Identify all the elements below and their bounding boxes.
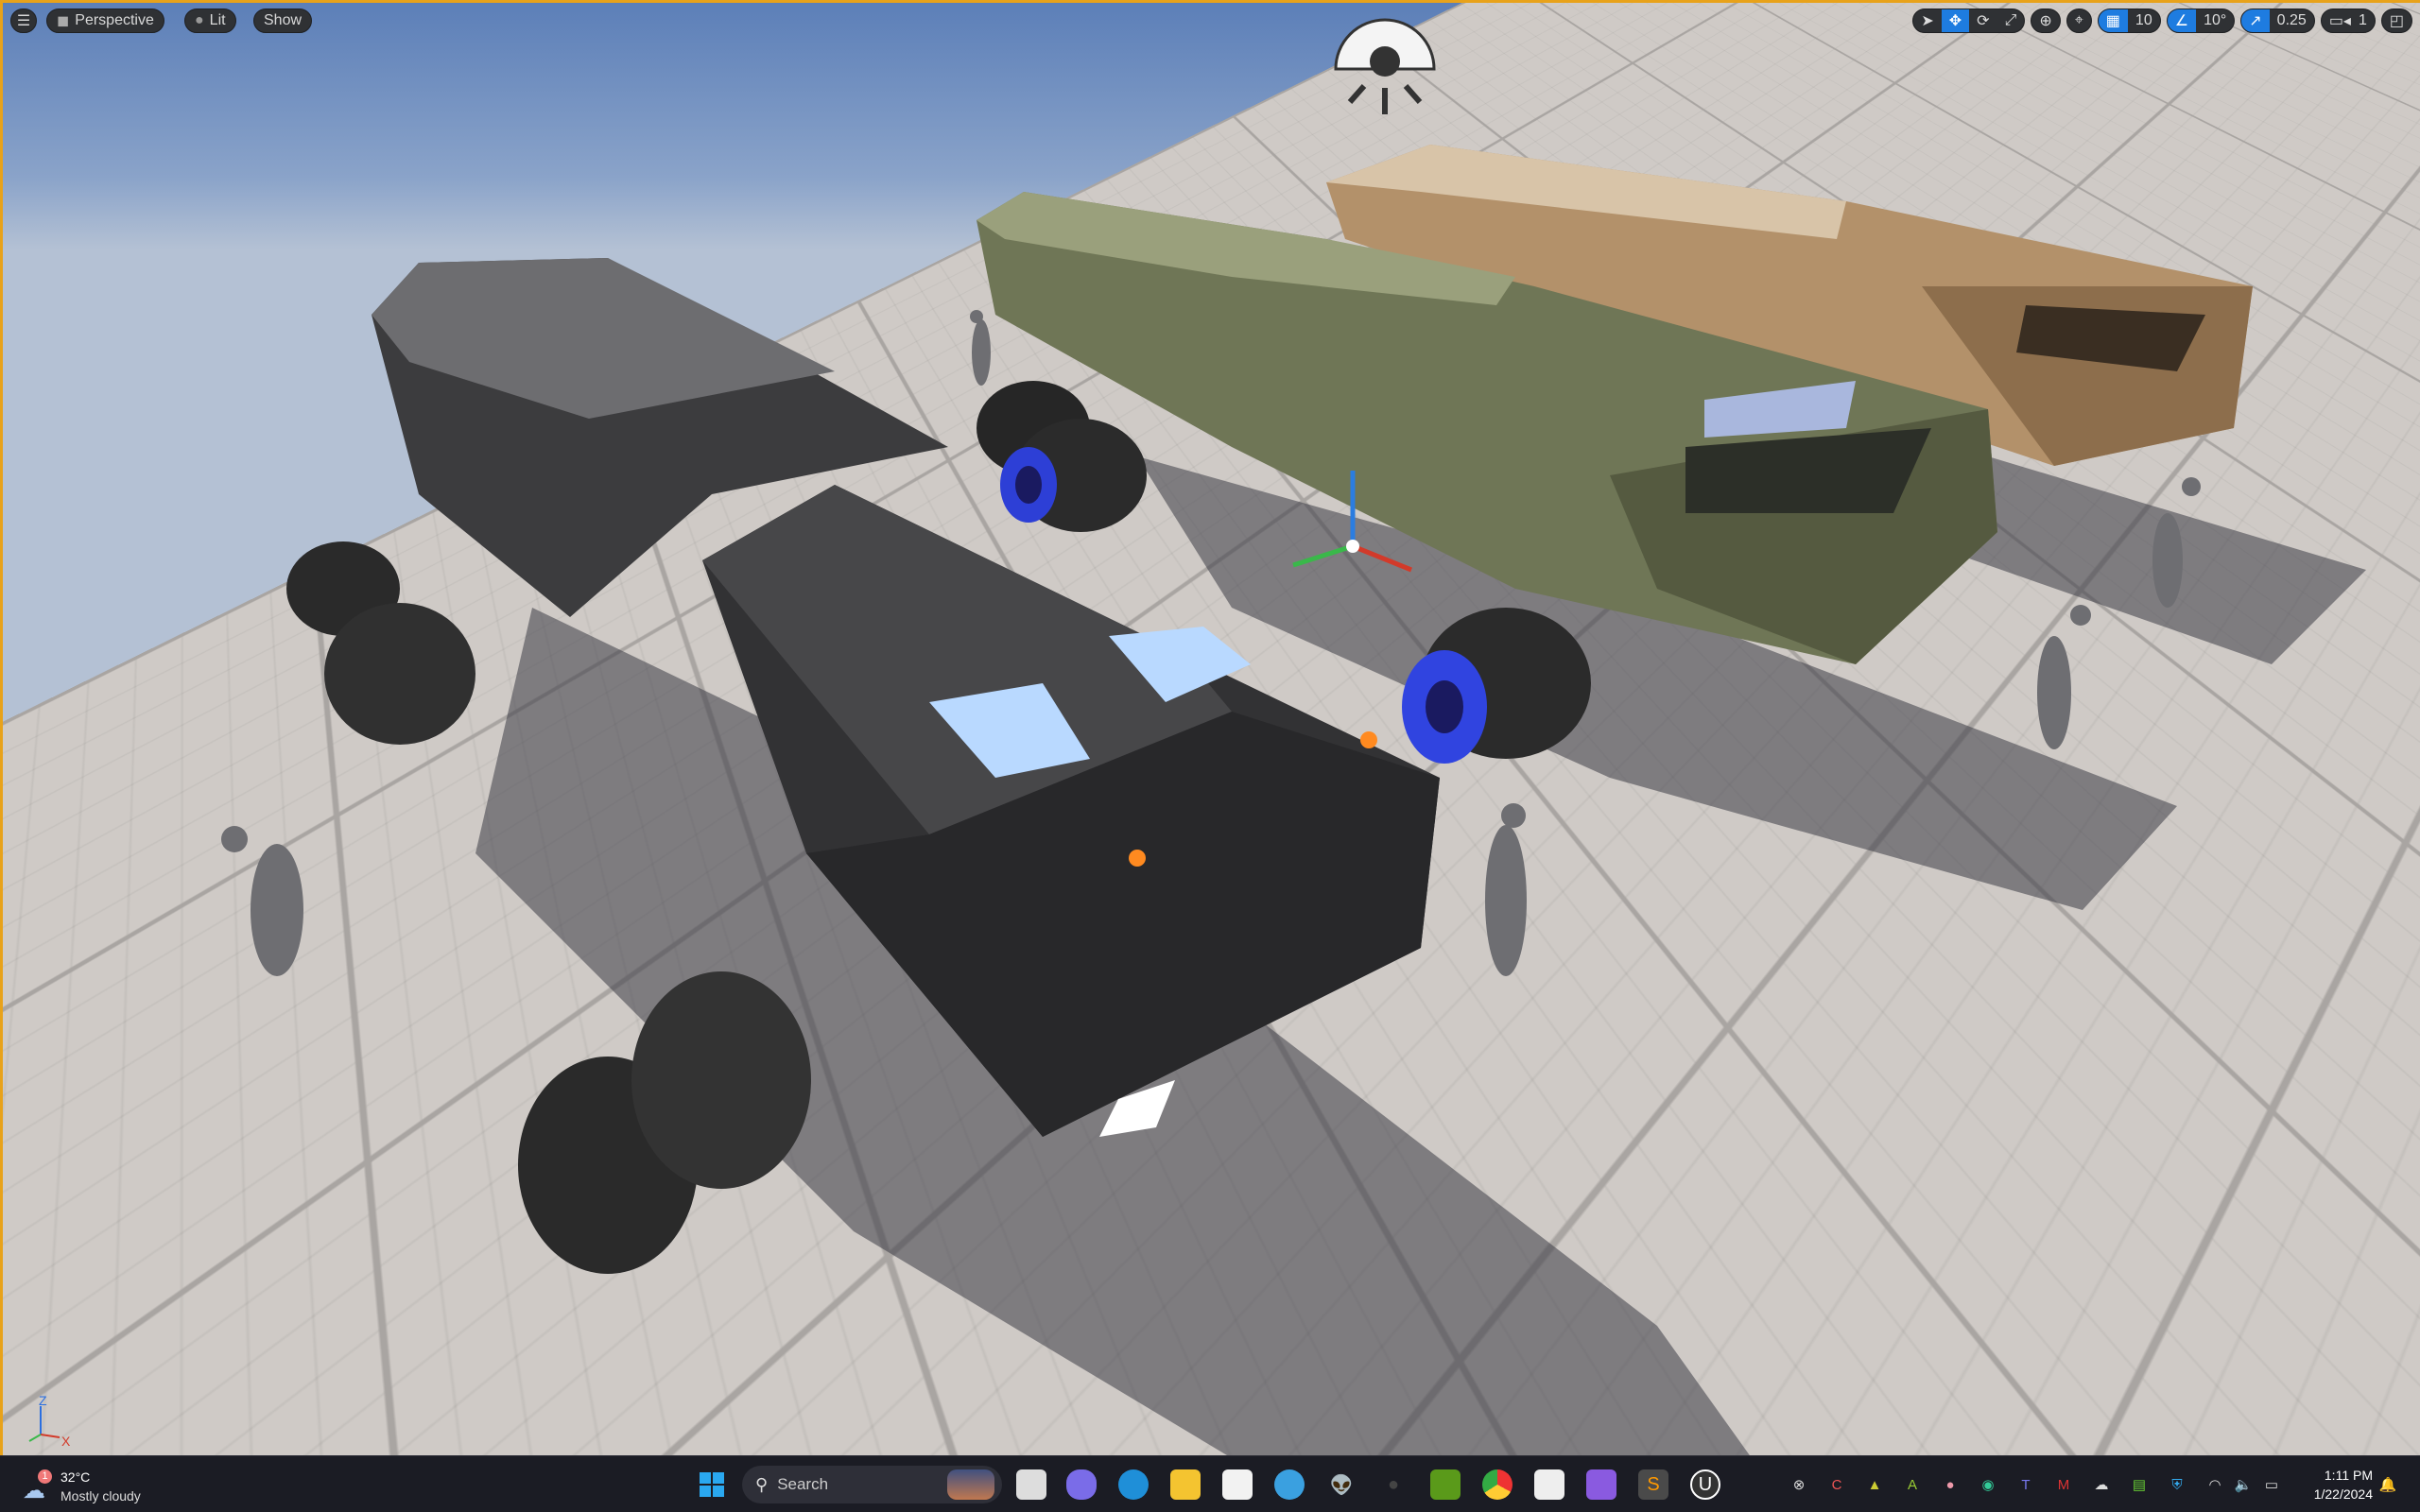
perspective-button[interactable]: ◼ Perspective bbox=[46, 9, 164, 33]
taskbar-app-snipping-tool[interactable] bbox=[1534, 1469, 1564, 1500]
windows-icon bbox=[700, 1472, 724, 1497]
taskbar-app-alienware[interactable]: 👽 bbox=[1326, 1469, 1357, 1500]
tray-mcafee-icon[interactable]: M bbox=[2053, 1473, 2074, 1496]
camera-speed-icon[interactable]: ▭◂ bbox=[2322, 9, 2359, 32]
tray-defender-icon[interactable]: ⛨ bbox=[2167, 1473, 2187, 1496]
taskbar-app-paint[interactable] bbox=[1274, 1469, 1305, 1500]
directional-light-icon bbox=[1334, 18, 1436, 114]
taskbar-app-alienware-dark[interactable]: ● bbox=[1378, 1469, 1409, 1500]
taskbar-app-unreal-engine[interactable]: U bbox=[1690, 1469, 1720, 1500]
tray-font-app-icon[interactable]: A bbox=[1902, 1473, 1923, 1496]
camera-speed-value[interactable]: 1 bbox=[2359, 9, 2375, 32]
scale-snap-value[interactable]: 0.25 bbox=[2270, 9, 2314, 32]
scale-snap-icon[interactable]: ↗ bbox=[2241, 9, 2270, 32]
clock-time: 1:11 PM bbox=[2324, 1468, 2373, 1483]
grid-snap-value[interactable]: 10 bbox=[2128, 9, 2160, 32]
show-label: Show bbox=[264, 12, 302, 28]
viewport-menu-button[interactable]: ☰ bbox=[10, 9, 37, 33]
axis-z-label: Z bbox=[39, 1393, 47, 1408]
weather-badge: 1 bbox=[38, 1469, 52, 1484]
perspective-label: Perspective bbox=[75, 12, 154, 28]
weather-temp: 32°C bbox=[60, 1469, 91, 1485]
lit-label: Lit bbox=[209, 12, 226, 28]
search-highlight-image bbox=[947, 1469, 994, 1500]
weather-desc: Mostly cloudy bbox=[60, 1488, 141, 1503]
scene-objects: Z X bbox=[28, 18, 2366, 1455]
taskbar: ☁ 1 32°C Mostly cloudy ⚲ Search 👽 ● S U … bbox=[0, 1455, 2420, 1512]
tray-memory-icon[interactable]: ▤ bbox=[2129, 1473, 2150, 1496]
tray-app-icon[interactable]: ▲ bbox=[1864, 1473, 1885, 1496]
rotate-mode-icon[interactable]: ⟳ bbox=[1969, 9, 1996, 32]
start-button[interactable] bbox=[697, 1469, 727, 1500]
taskbar-app-chrome[interactable] bbox=[1482, 1469, 1512, 1500]
taskbar-app-clipchamp[interactable] bbox=[1586, 1469, 1616, 1500]
maximize-viewport-icon[interactable]: ◰ bbox=[2382, 9, 2411, 32]
lit-button[interactable]: ● Lit bbox=[184, 9, 236, 33]
weather-widget[interactable]: ☁ 1 32°C Mostly cloudy bbox=[19, 1464, 170, 1505]
tray-ccleaner-icon[interactable]: C bbox=[1826, 1473, 1847, 1496]
tray-onedrive-icon[interactable]: ☁ bbox=[2091, 1473, 2112, 1496]
notification-bell-icon[interactable]: 🔔 bbox=[2377, 1473, 2398, 1496]
tray-teams-icon[interactable]: T bbox=[2015, 1473, 2036, 1496]
clock[interactable]: 1:11 PM 1/22/2024 bbox=[2288, 1466, 2373, 1503]
select-mode-icon[interactable]: ➤ bbox=[1913, 9, 1941, 32]
wheel bbox=[977, 381, 1147, 532]
search-box[interactable]: ⚲ Search bbox=[742, 1466, 1002, 1503]
world-space-icon[interactable]: ⊕ bbox=[2031, 9, 2059, 32]
battery-icon[interactable]: ▭ bbox=[2261, 1473, 2282, 1496]
taskbar-app-store[interactable] bbox=[1222, 1469, 1253, 1500]
tray-xbox-icon[interactable]: ⊗ bbox=[1789, 1473, 1809, 1496]
clock-date: 1/22/2024 bbox=[2313, 1486, 2373, 1502]
grid-snap-icon[interactable]: ▦ bbox=[2098, 9, 2128, 32]
search-placeholder: Search bbox=[777, 1475, 829, 1493]
rotation-snap-value[interactable]: 10° bbox=[2196, 9, 2234, 32]
cube-icon: ◼ bbox=[57, 13, 70, 29]
lit-sphere-icon: ● bbox=[195, 12, 204, 28]
search-icon: ⚲ bbox=[755, 1474, 769, 1494]
tray-app-2-icon[interactable]: ● bbox=[1940, 1473, 1961, 1496]
show-button[interactable]: Show bbox=[253, 9, 313, 33]
tray-app-3-icon[interactable]: ◉ bbox=[1978, 1473, 1998, 1496]
wifi-icon[interactable]: ◠ bbox=[2204, 1473, 2225, 1496]
wheel bbox=[286, 541, 475, 745]
hamburger-icon: ☰ bbox=[16, 13, 31, 29]
volume-icon[interactable]: 🔈 bbox=[2233, 1473, 2254, 1496]
level-viewport[interactable]: Z X ☰ ◼ Perspective ● Lit Show ➤ ✥ ⟳ ⤢ ⊕ ⌖ ▦ 1… bbox=[0, 0, 2420, 1455]
surface-snap-icon[interactable]: ⌖ bbox=[2067, 9, 2091, 32]
rotation-snap-icon[interactable]: ∠ bbox=[2167, 9, 2197, 32]
taskbar-app-edge[interactable] bbox=[1118, 1469, 1149, 1500]
taskbar-app-sublime[interactable]: S bbox=[1638, 1469, 1668, 1500]
taskbar-app-nvidia[interactable] bbox=[1430, 1469, 1461, 1500]
axis-indicator: Z X bbox=[28, 1393, 71, 1449]
taskbar-app-meet[interactable] bbox=[1066, 1469, 1097, 1500]
axis-x-label: X bbox=[61, 1434, 71, 1449]
scale-mode-icon[interactable]: ⤢ bbox=[1997, 9, 2025, 32]
taskbar-app-task-view[interactable] bbox=[1016, 1469, 1046, 1500]
wheel bbox=[518, 971, 811, 1274]
taskbar-app-file-explorer[interactable] bbox=[1170, 1469, 1201, 1500]
translate-mode-icon[interactable]: ✥ bbox=[1941, 9, 1970, 32]
